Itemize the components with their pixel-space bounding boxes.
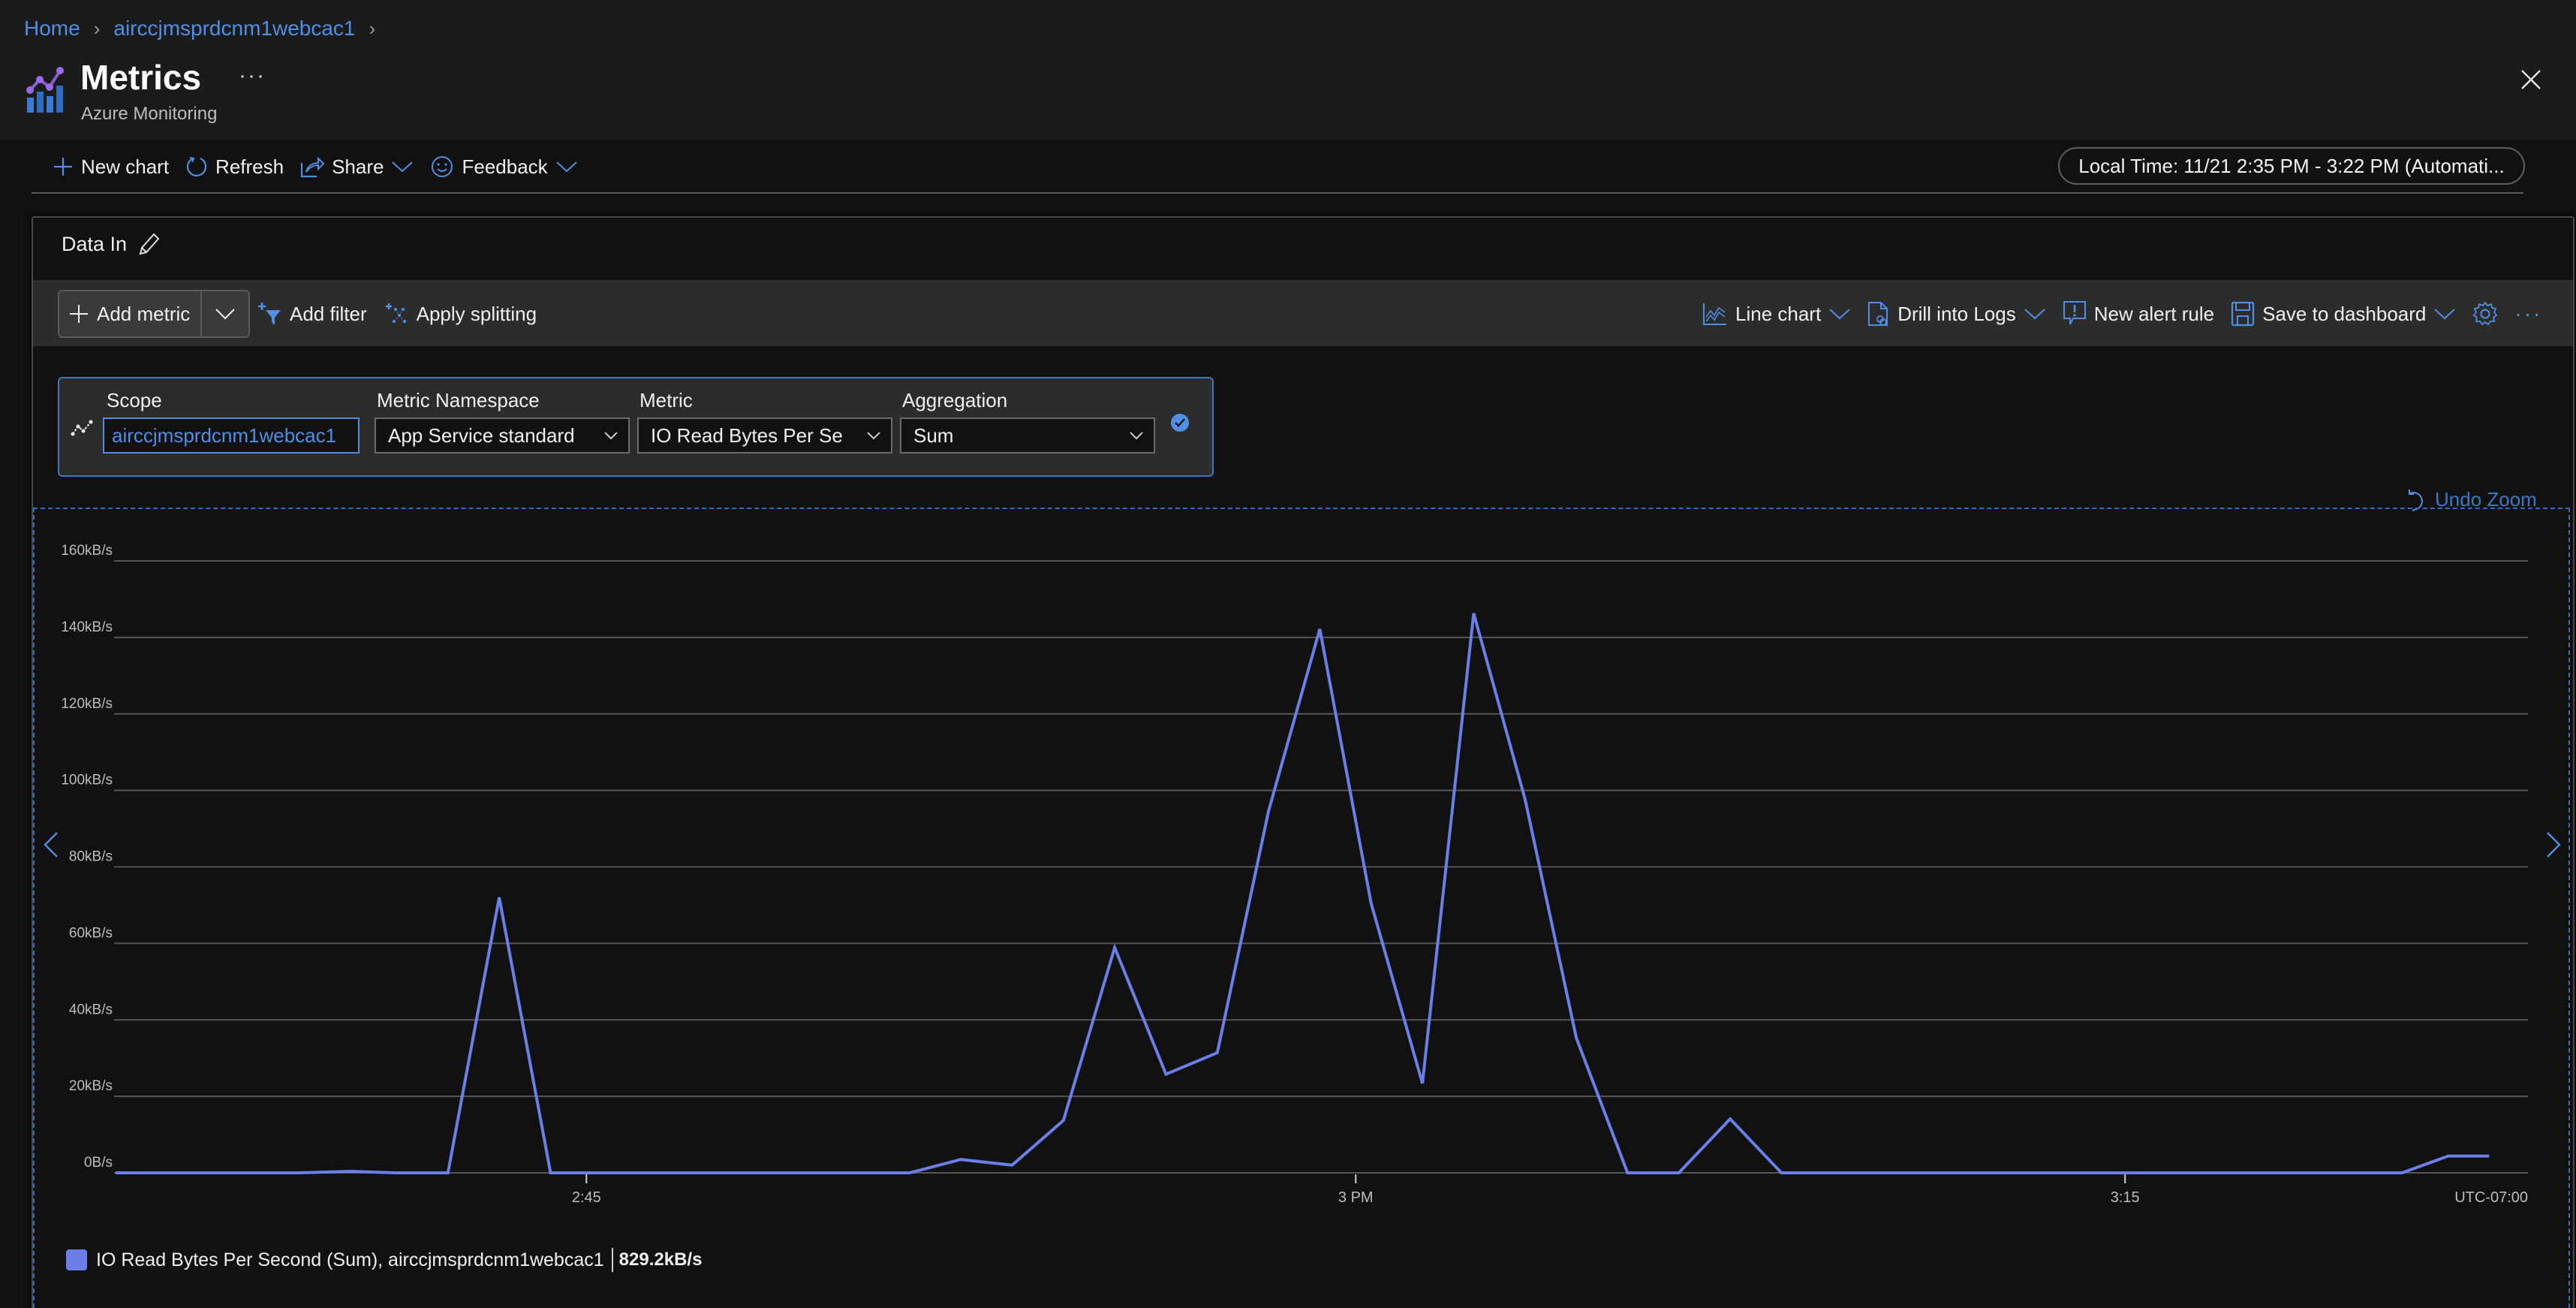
- new-chart-label: New chart: [81, 155, 170, 178]
- smiley-icon: [432, 156, 453, 177]
- save-to-dashboard-label: Save to dashboard: [2262, 302, 2427, 325]
- chart-type-label: Line chart: [1735, 302, 1822, 325]
- chart-title-text: Data In: [62, 232, 128, 255]
- divider: [32, 192, 2523, 194]
- chevron-down-icon: [392, 161, 414, 173]
- scope-label: Scope: [107, 389, 162, 411]
- apply-splitting-label: Apply splitting: [416, 302, 537, 325]
- chevron-down-icon: [215, 309, 235, 320]
- apply-splitting-button[interactable]: Apply splitting: [385, 302, 537, 326]
- chevron-down-icon: [1130, 432, 1143, 440]
- alert-icon: [2063, 301, 2086, 325]
- line-chart-icon: [1703, 303, 1726, 325]
- chevron-down-icon: [2024, 309, 2045, 320]
- metric-namespace-dropdown[interactable]: App Service standard: [375, 417, 630, 454]
- share-button[interactable]: Share: [300, 155, 414, 179]
- more-options-icon[interactable]: ···: [2514, 302, 2542, 326]
- plus-icon: [54, 158, 72, 176]
- time-range-picker[interactable]: Local Time: 11/21 2:35 PM - 3:22 PM (Aut…: [2058, 147, 2525, 185]
- chevron-down-icon: [2434, 309, 2456, 320]
- legend-value: 829.2kB/s: [618, 1249, 703, 1270]
- pan-left-icon[interactable]: [42, 830, 60, 859]
- save-to-dashboard-button[interactable]: Save to dashboard: [2231, 301, 2456, 327]
- command-bar-items: New chart Refresh Share Feedback: [53, 150, 578, 183]
- breadcrumb-home[interactable]: Home: [24, 17, 80, 41]
- splitting-icon: [385, 303, 406, 323]
- filter-icon: [258, 303, 281, 325]
- add-metric-split-button: Add metric: [58, 290, 250, 338]
- add-filter-button[interactable]: Add filter: [258, 301, 367, 327]
- share-label: Share: [332, 155, 384, 178]
- settings-gear-icon[interactable]: [2472, 301, 2498, 327]
- add-metric-label: Add metric: [97, 302, 191, 325]
- legend-label: IO Read Bytes Per Second (Sum), airccjms…: [96, 1249, 604, 1270]
- page-title: Metrics: [80, 58, 202, 97]
- refresh-button[interactable]: Refresh: [185, 155, 284, 179]
- chart-toolbar-right: Line chart Drill into Logs New alert rul…: [1702, 297, 2542, 330]
- breadcrumb-separator-icon: ›: [369, 17, 376, 40]
- new-chart-button[interactable]: New chart: [53, 155, 169, 179]
- metrics-app-icon: [26, 65, 66, 114]
- breadcrumb-resource[interactable]: airccjmsprdcnm1webcac1: [113, 17, 355, 41]
- chart-plot-area[interactable]: [33, 508, 2570, 1308]
- add-metric-dropdown[interactable]: [202, 291, 248, 336]
- chart-type-button[interactable]: Line chart: [1702, 302, 1851, 326]
- aggregation-label: Aggregation: [902, 389, 1008, 411]
- feedback-label: Feedback: [462, 155, 548, 178]
- refresh-icon: [186, 157, 207, 176]
- aggregation-value: Sum: [913, 423, 954, 447]
- legend-color-swatch: [66, 1249, 87, 1270]
- drill-into-logs-label: Drill into Logs: [1897, 302, 2016, 325]
- chevron-down-icon: [555, 161, 577, 173]
- chart-title: Data In: [62, 231, 160, 257]
- pencil-icon[interactable]: [136, 231, 160, 257]
- drill-into-logs-button[interactable]: Drill into Logs: [1867, 301, 2046, 327]
- scope-input[interactable]: airccjmsprdcnm1webcac1: [103, 417, 360, 454]
- new-alert-rule-button[interactable]: New alert rule: [2063, 300, 2214, 327]
- close-icon[interactable]: [2519, 68, 2543, 92]
- chart-toolbar-left: Add filter Apply splitting: [258, 297, 537, 330]
- save-icon: [2231, 301, 2255, 327]
- breadcrumb-separator-icon: ›: [93, 17, 101, 40]
- refresh-label: Refresh: [215, 155, 284, 178]
- share-icon: [300, 156, 325, 178]
- metric-dropdown[interactable]: IO Read Bytes Per Se: [637, 417, 892, 454]
- confirm-check-icon[interactable]: [1170, 413, 1190, 432]
- breadcrumb: Home › airccjmsprdcnm1webcac1 ›: [24, 14, 375, 44]
- chevron-down-icon: [604, 432, 618, 440]
- add-metric-button[interactable]: Add metric: [59, 291, 203, 336]
- page-subtitle: Azure Monitoring: [81, 104, 218, 124]
- metric-namespace-label: Metric Namespace: [377, 389, 540, 411]
- plus-icon: [70, 305, 88, 323]
- chevron-down-icon: [867, 432, 880, 440]
- chart-legend-item[interactable]: IO Read Bytes Per Second (Sum), airccjms…: [66, 1246, 702, 1273]
- more-options-icon[interactable]: ···: [239, 63, 266, 89]
- new-alert-rule-label: New alert rule: [2093, 302, 2215, 325]
- add-filter-label: Add filter: [290, 302, 367, 325]
- logs-icon: [1868, 302, 1888, 326]
- aggregation-dropdown[interactable]: Sum: [900, 417, 1155, 454]
- scope-value: airccjmsprdcnm1webcac1: [112, 423, 337, 447]
- metric-label: Metric: [639, 389, 693, 411]
- metric-value: IO Read Bytes Per Se: [651, 423, 843, 447]
- pan-right-icon[interactable]: [2544, 830, 2562, 859]
- metric-namespace-value: App Service standard: [388, 423, 575, 447]
- chevron-down-icon: [1829, 309, 1850, 320]
- metric-line-icon: [71, 419, 93, 437]
- legend-separator: [611, 1248, 613, 1272]
- page-header: [0, 0, 2576, 140]
- feedback-button[interactable]: Feedback: [430, 155, 577, 179]
